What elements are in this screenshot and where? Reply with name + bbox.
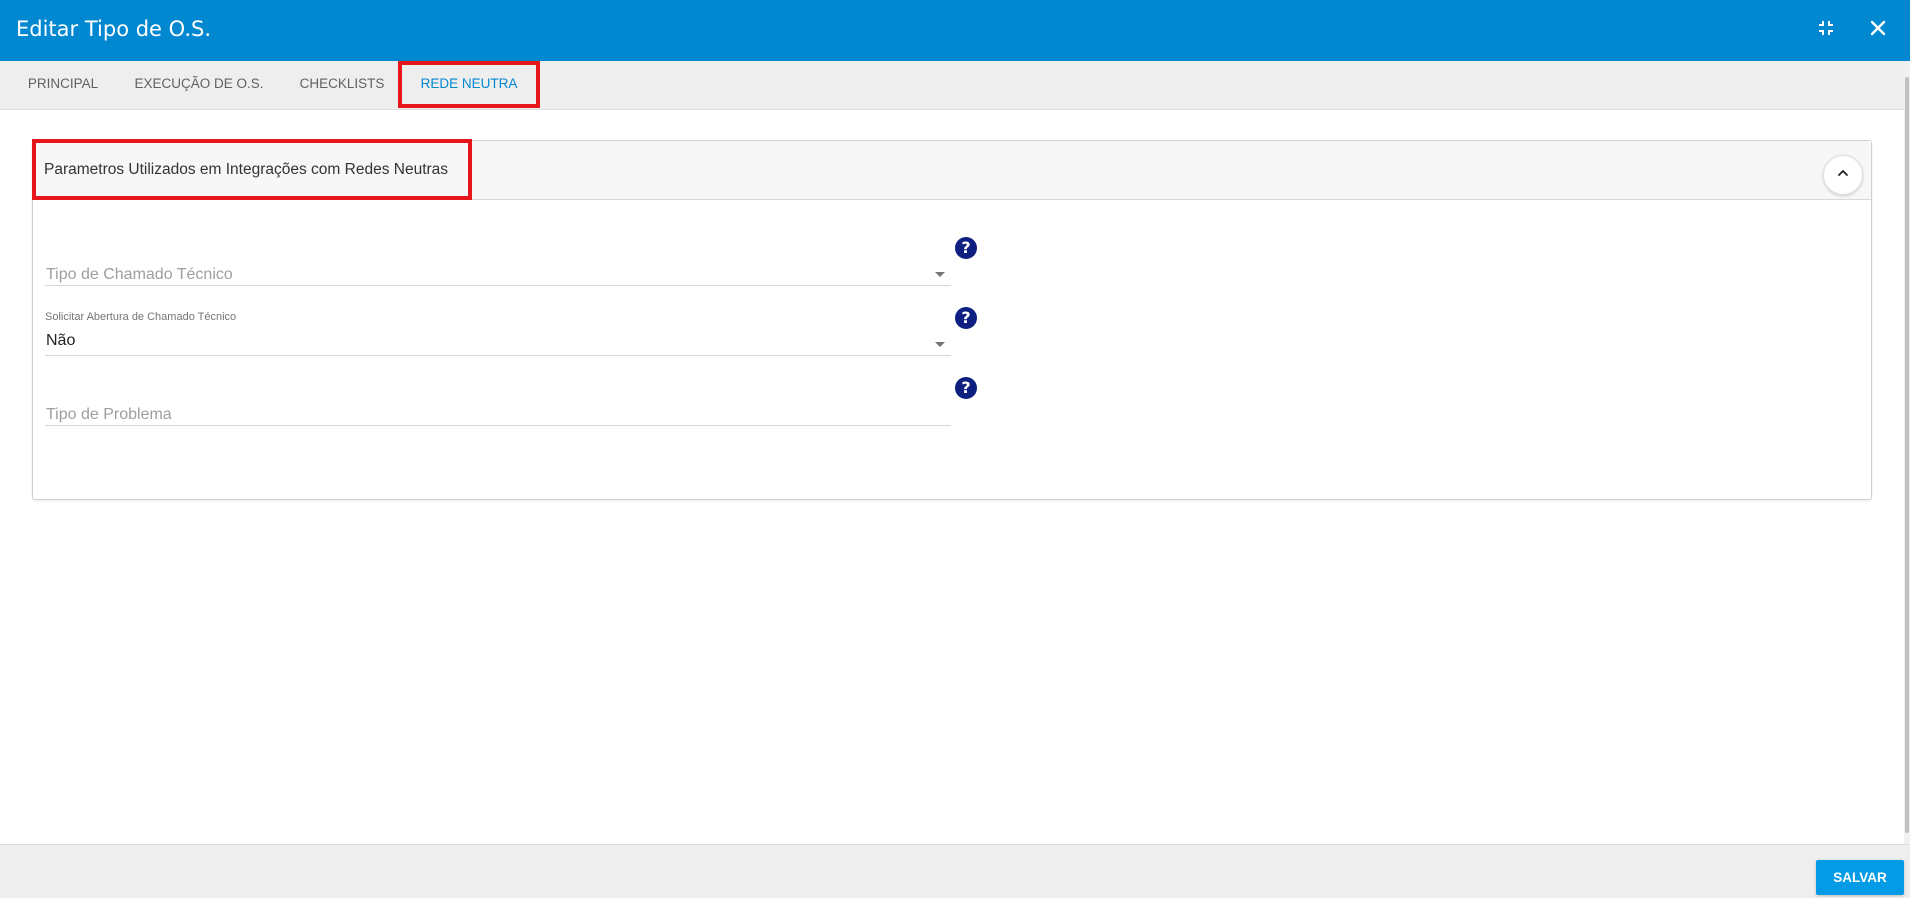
solicitar-abertura-select[interactable]: Solicitar Abertura de Chamado Técnico Nã…: [45, 311, 951, 356]
solicitar-abertura-value: Não: [46, 332, 76, 349]
save-button[interactable]: SALVAR: [1816, 860, 1904, 895]
help-icon[interactable]: ?: [955, 237, 977, 259]
panel-title: Parametros Utilizados em Integrações com…: [44, 161, 449, 178]
minimize-button[interactable]: [1810, 14, 1842, 46]
tipo-chamado-placeholder: Tipo de Chamado Técnico: [46, 266, 233, 283]
dialog: Editar Tipo de O.S. PRINCIPAL EXECUÇÃO D…: [0, 0, 1910, 898]
collapse-panel-button[interactable]: [1823, 155, 1863, 195]
tab-bar: PRINCIPAL EXECUÇÃO DE O.S. CHECKLISTS RE…: [0, 61, 1904, 110]
panel-header[interactable]: Parametros Utilizados em Integrações com…: [33, 141, 1871, 200]
solicitar-abertura-label: Solicitar Abertura de Chamado Técnico: [45, 311, 237, 323]
tab-rede-neutra[interactable]: REDE NEUTRA: [400, 61, 538, 109]
dropdown-caret-icon: [935, 342, 945, 347]
tipo-chamado-tecnico-select[interactable]: Tipo de Chamado Técnico: [45, 246, 951, 286]
chevron-up-icon: [1836, 166, 1850, 185]
close-button[interactable]: [1862, 14, 1894, 46]
dropdown-caret-icon: [935, 272, 945, 277]
dialog-footer: SALVAR: [0, 844, 1910, 898]
help-icon[interactable]: ?: [955, 307, 977, 329]
help-icon[interactable]: ?: [955, 377, 977, 399]
scrollbar-thumb[interactable]: [1905, 77, 1909, 833]
collapse-arrows-icon: [1818, 20, 1834, 41]
tab-execucao-os[interactable]: EXECUÇÃO DE O.S.: [126, 61, 272, 109]
params-panel: Parametros Utilizados em Integrações com…: [32, 140, 1872, 500]
tipo-problema-placeholder: Tipo de Problema: [46, 406, 172, 423]
dialog-title: Editar Tipo de O.S.: [16, 17, 211, 41]
dialog-header: Editar Tipo de O.S.: [0, 0, 1910, 61]
tipo-problema-input[interactable]: Tipo de Problema: [45, 386, 951, 426]
tab-principal[interactable]: PRINCIPAL: [16, 61, 110, 109]
tab-checklists[interactable]: CHECKLISTS: [288, 61, 396, 109]
close-icon: [1870, 20, 1886, 41]
